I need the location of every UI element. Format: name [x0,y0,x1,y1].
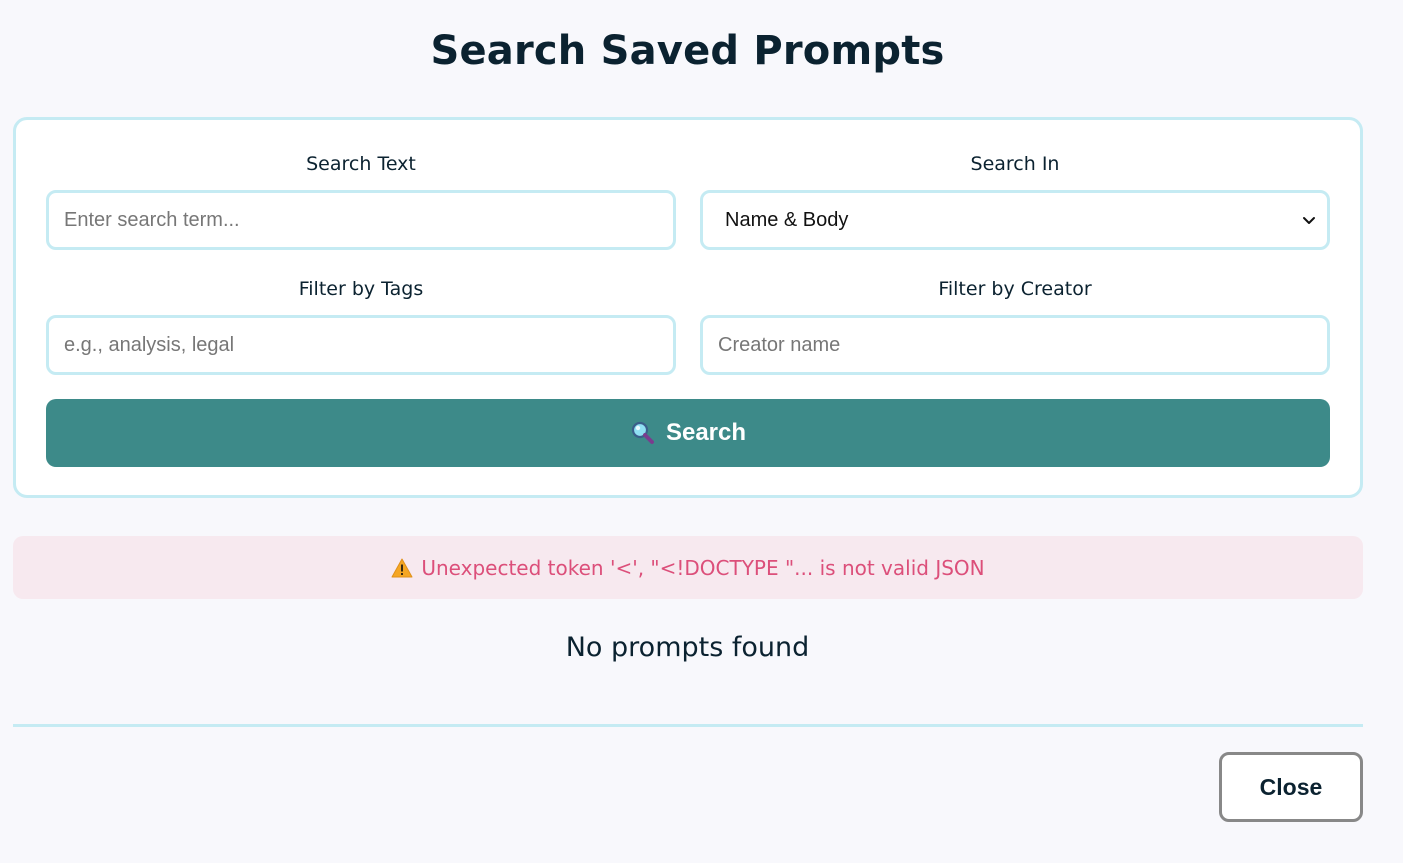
filter-tags-label: Filter by Tags [298,278,424,300]
search-in-selected-value: Name & Body [725,208,849,231]
search-button[interactable]: Search [46,399,1330,467]
search-text-label: Search Text [306,153,416,175]
error-banner: Unexpected token '<', "<!DOCTYPE "... is… [13,536,1363,599]
search-saved-prompts-dialog: Search Saved Prompts Search Text Search … [0,0,1403,863]
no-results-message: No prompts found [565,632,810,663]
close-button[interactable]: Close [1219,752,1363,822]
footer-divider [13,724,1363,727]
magnifying-glass-icon [631,421,654,444]
search-text-input[interactable] [46,190,676,250]
filter-creator-label: Filter by Creator [938,278,1092,300]
error-message: Unexpected token '<', "<!DOCTYPE "... is… [421,555,985,580]
filter-creator-input[interactable] [700,315,1330,375]
search-in-label: Search In [970,153,1060,175]
warning-icon [391,558,413,577]
search-button-label: Search [665,419,747,446]
filter-tags-input[interactable] [46,315,676,375]
chevron-down-icon [1303,217,1315,224]
search-form-card: Search Text Search In Name & Body Filter… [13,117,1363,498]
page-title: Search Saved Prompts [430,28,945,74]
search-in-select[interactable]: Name & Body [700,190,1330,250]
